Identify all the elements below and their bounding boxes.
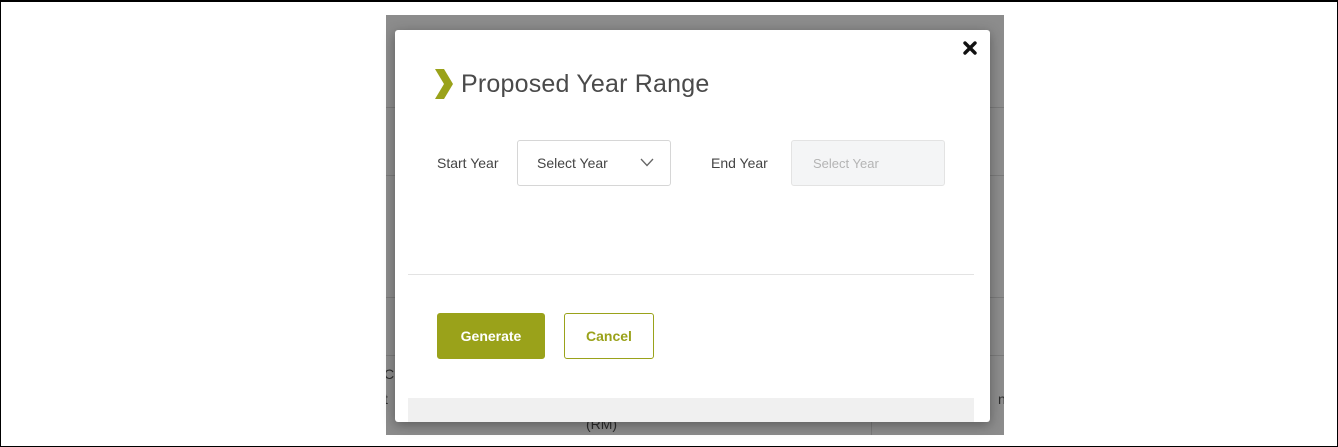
end-year-label: End Year	[711, 155, 768, 171]
start-year-select[interactable]: Select Year	[517, 140, 671, 186]
chevron-down-icon	[640, 158, 654, 167]
start-year-value: Select Year	[537, 155, 608, 171]
modal-title: Proposed Year Range	[461, 69, 710, 98]
cancel-button[interactable]: Cancel	[564, 313, 654, 359]
bg-text-fragment: t	[386, 391, 388, 407]
close-button[interactable]	[960, 38, 980, 58]
modal-divider	[408, 274, 974, 275]
proposed-year-range-modal: Proposed Year Range Start Year Select Ye…	[395, 30, 990, 422]
chevron-right-icon	[435, 69, 453, 99]
end-year-select[interactable]: Select Year	[791, 140, 945, 186]
bg-text-fragment: C	[386, 366, 395, 382]
start-year-label: Start Year	[437, 155, 499, 171]
close-icon	[963, 41, 977, 55]
modal-header: Proposed Year Range	[433, 68, 709, 100]
bg-text-fragment: n	[998, 391, 1004, 407]
generate-button[interactable]: Generate	[437, 313, 545, 359]
year-range-fields: Start Year Select Year End Year Select Y…	[437, 140, 957, 188]
modal-footer-strip	[408, 398, 974, 422]
end-year-placeholder: Select Year	[813, 155, 879, 171]
